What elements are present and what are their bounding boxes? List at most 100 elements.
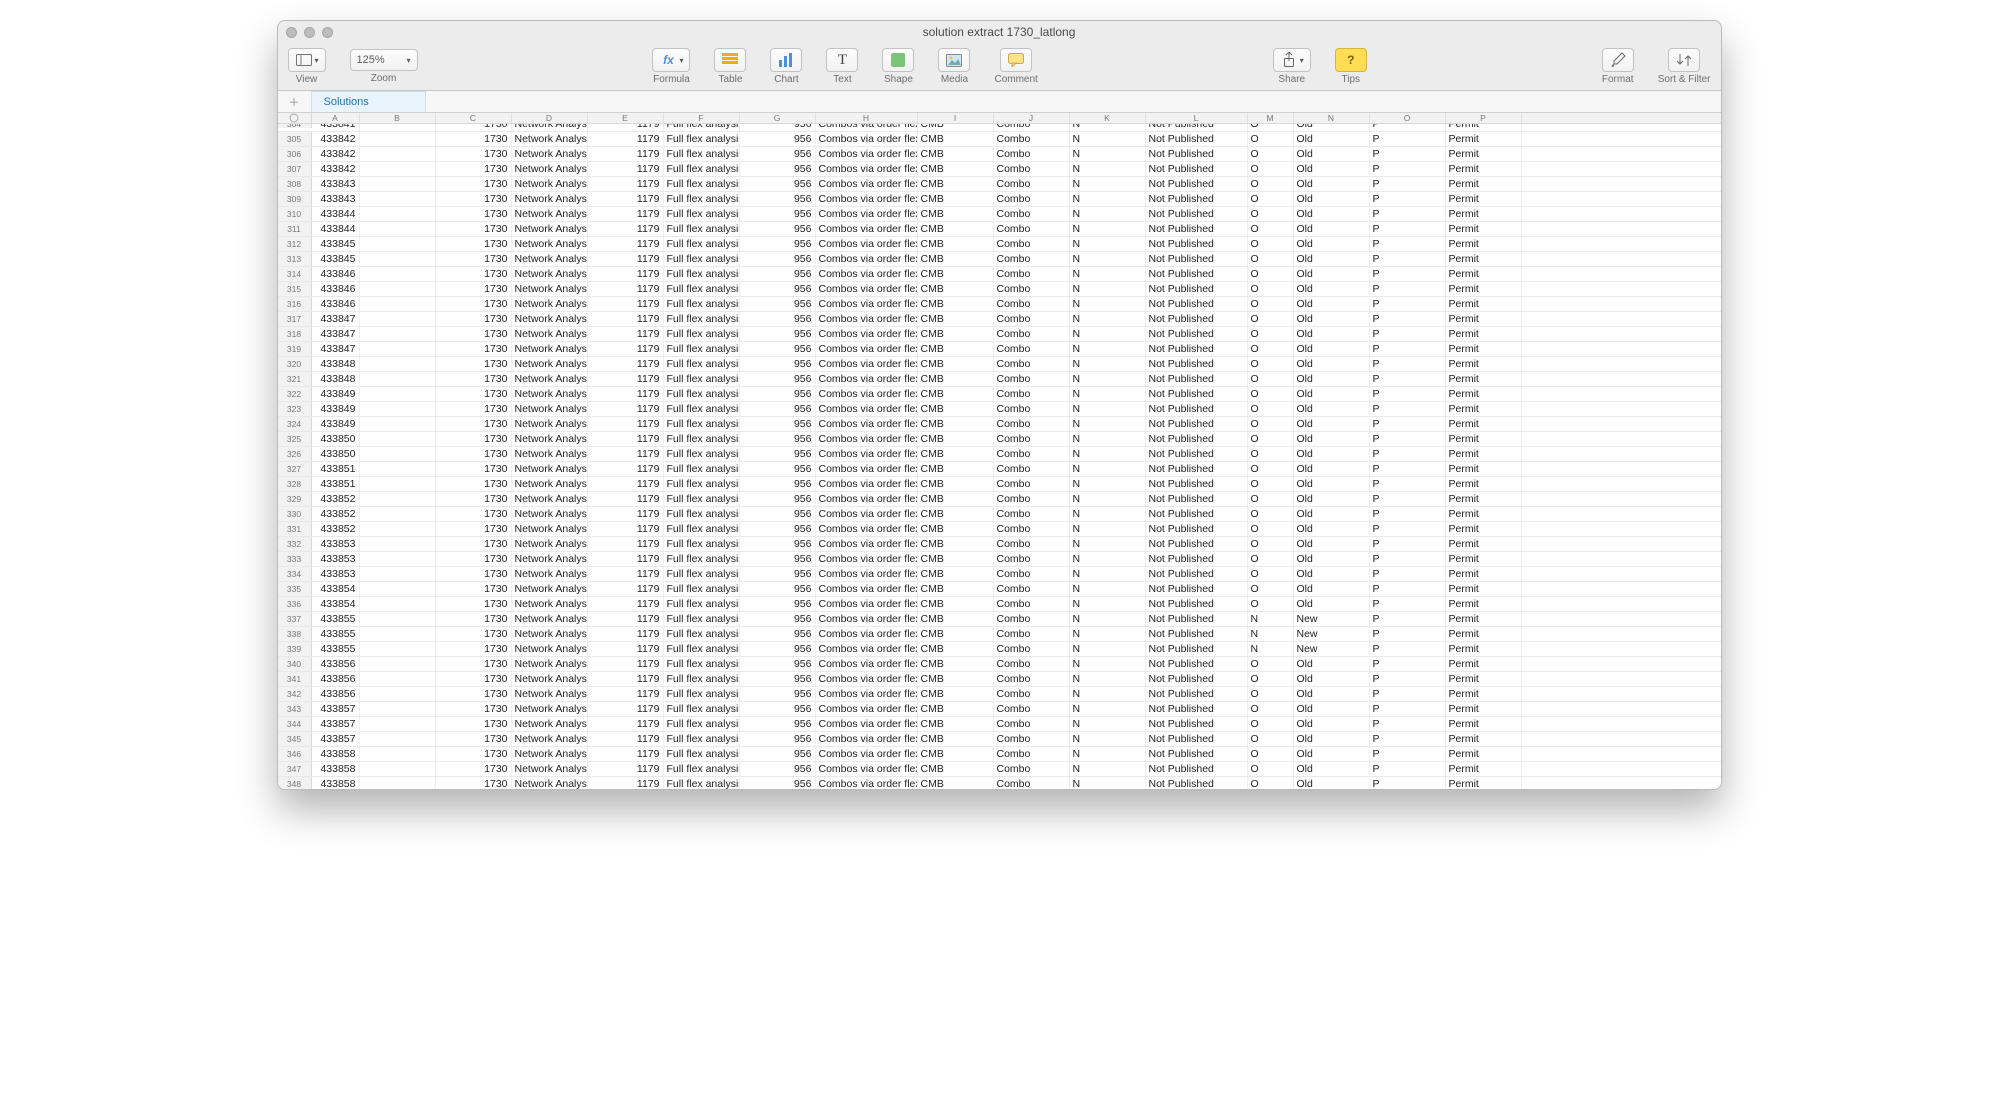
cell[interactable]: CMB [918,762,994,776]
cell[interactable]: 1179 [588,267,664,281]
row-header[interactable]: 324 [278,417,312,431]
cell[interactable]: Combo [994,477,1070,491]
cell[interactable]: 433849 [312,402,360,416]
row-header[interactable]: 332 [278,537,312,551]
cell[interactable]: N [1070,507,1146,521]
cell[interactable]: Combo [994,462,1070,476]
cell[interactable]: 1179 [588,342,664,356]
cell[interactable]: Not Published [1146,462,1248,476]
cell[interactable]: Combos via order flex [816,124,918,132]
cell[interactable] [360,147,436,161]
cell[interactable]: Permit [1446,252,1522,266]
cell[interactable]: CMB [918,672,994,686]
cell[interactable]: O [1248,567,1294,581]
cell[interactable]: Not Published [1146,282,1248,296]
cell[interactable]: 1179 [588,432,664,446]
comment-button[interactable] [1000,48,1032,72]
cell[interactable]: Network Analysis [512,462,588,476]
cell[interactable]: Combo [994,297,1070,311]
cell[interactable] [360,552,436,566]
column-header-C[interactable]: C [436,113,512,123]
cell[interactable]: Permit [1446,777,1522,789]
column-header-N[interactable]: N [1294,113,1370,123]
cell[interactable]: 1179 [588,717,664,731]
cell[interactable]: Full flex analysis [664,537,740,551]
cell[interactable]: 1179 [588,147,664,161]
cell[interactable]: Network Analysis [512,312,588,326]
cell[interactable]: P [1370,327,1446,341]
cell[interactable]: O [1248,777,1294,789]
cell[interactable]: P [1370,612,1446,626]
cell[interactable]: Combos via order flex [816,297,918,311]
cell[interactable]: Network Analysis [512,222,588,236]
cell[interactable]: P [1370,687,1446,701]
cell[interactable]: P [1370,522,1446,536]
cell[interactable]: N [1070,747,1146,761]
cell[interactable]: 1179 [588,747,664,761]
cell[interactable]: N [1070,492,1146,506]
cell[interactable]: Full flex analysis [664,192,740,206]
cell[interactable]: Combos via order flex [816,342,918,356]
cell[interactable]: Permit [1446,162,1522,176]
cell[interactable]: Full flex analysis [664,747,740,761]
cell[interactable]: Permit [1446,567,1522,581]
cell[interactable]: P [1370,702,1446,716]
cell[interactable]: CMB [918,462,994,476]
cell[interactable]: Old [1294,462,1370,476]
cell[interactable]: 1179 [588,597,664,611]
cell[interactable]: 956 [740,297,816,311]
cell[interactable]: 956 [740,642,816,656]
column-header-D[interactable]: D [512,113,588,123]
column-header-L[interactable]: L [1146,113,1248,123]
cell[interactable]: CMB [918,477,994,491]
cell[interactable]: 956 [740,507,816,521]
row-header[interactable]: 338 [278,627,312,641]
cell[interactable]: Combo [994,207,1070,221]
cell[interactable]: Full flex analysis [664,642,740,656]
cell[interactable]: Permit [1446,357,1522,371]
cell[interactable] [360,642,436,656]
cell[interactable]: N [1070,447,1146,461]
cell[interactable]: 433848 [312,357,360,371]
cell[interactable]: 433842 [312,162,360,176]
cell[interactable] [360,612,436,626]
cell[interactable]: 433842 [312,147,360,161]
cell[interactable]: 956 [740,222,816,236]
cell[interactable]: 1179 [588,462,664,476]
cell[interactable]: Combo [994,537,1070,551]
cell[interactable]: Permit [1446,124,1522,132]
cell[interactable] [360,417,436,431]
cell[interactable]: Combos via order flex [816,372,918,386]
cell[interactable] [360,537,436,551]
cell[interactable]: CMB [918,312,994,326]
column-header-J[interactable]: J [994,113,1070,123]
cell[interactable]: Full flex analysis [664,432,740,446]
cell[interactable]: CMB [918,342,994,356]
row-header[interactable]: 336 [278,597,312,611]
cell[interactable]: N [1070,702,1146,716]
cell[interactable]: Network Analysis [512,612,588,626]
cell[interactable]: CMB [918,327,994,341]
cell[interactable]: Full flex analysis [664,582,740,596]
cell[interactable]: 956 [740,567,816,581]
cell[interactable]: CMB [918,192,994,206]
cell[interactable]: P [1370,492,1446,506]
cell[interactable]: Full flex analysis [664,252,740,266]
cell[interactable]: Full flex analysis [664,567,740,581]
sheet-tab-solutions[interactable]: Solutions [312,91,426,112]
cell[interactable]: Network Analysis [512,177,588,191]
cell[interactable]: P [1370,432,1446,446]
cell[interactable]: 1179 [588,124,664,132]
cell[interactable]: Not Published [1146,342,1248,356]
cell[interactable]: 1730 [436,297,512,311]
cell[interactable]: Network Analysis [512,297,588,311]
cell[interactable]: Not Published [1146,642,1248,656]
cell[interactable]: Combo [994,492,1070,506]
cell[interactable]: 956 [740,537,816,551]
cell[interactable]: Full flex analysis [664,552,740,566]
cell[interactable]: P [1370,417,1446,431]
row-header[interactable]: 322 [278,387,312,401]
cell[interactable]: Combos via order flex [816,627,918,641]
cell[interactable]: New [1294,627,1370,641]
cell[interactable]: Not Published [1146,747,1248,761]
